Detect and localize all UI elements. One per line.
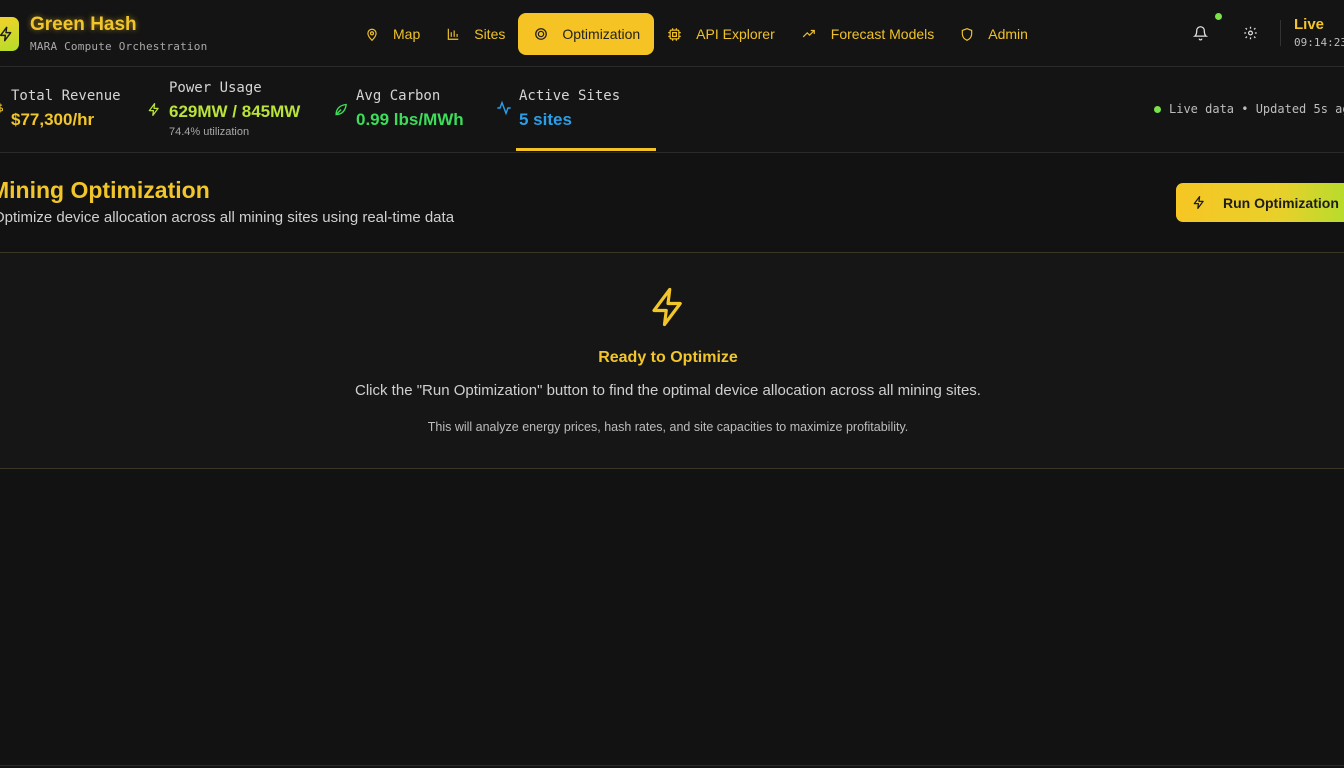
main-nav: Map Sites Optimization API Explorer Fore…	[352, 13, 1041, 55]
active-stat-indicator	[516, 148, 656, 151]
stat-value: 5 sites	[519, 110, 572, 129]
app-subtitle: MARA Compute Orchestration	[30, 40, 208, 53]
stat-active-sites[interactable]: Active Sites 5 sites	[494, 67, 656, 153]
page-subtitle: Optimize device allocation across all mi…	[0, 209, 455, 226]
nav-item-label: API Explorer	[696, 26, 775, 42]
nav-item-label: Sites	[474, 26, 506, 42]
brand[interactable]: Green Hash MARA Compute Orchestration	[0, 14, 207, 53]
stat-power-usage[interactable]: Power Usage 629MW / 845MW 74.4% utilizat…	[145, 67, 315, 153]
lightning-icon	[1193, 196, 1204, 209]
nav-item-forecast-models[interactable]: Forecast Models	[788, 13, 947, 55]
page-title: Mining Optimization	[0, 177, 210, 203]
live-dot	[1154, 105, 1161, 113]
nav-item-api-explorer[interactable]: API Explorer	[654, 13, 788, 55]
live-data-status: Live data • Updated 5s ago	[1154, 102, 1344, 116]
stats-bar: Total Revenue $77,300/hr Power Usage 629…	[0, 67, 1344, 153]
leaf-icon	[335, 103, 347, 116]
activity-icon	[497, 100, 511, 116]
stat-label: Avg Carbon	[356, 88, 441, 104]
shield-icon	[962, 27, 973, 41]
app-title: Green Hash	[30, 14, 137, 35]
dollar-icon	[0, 103, 3, 113]
cpu-icon	[668, 27, 681, 41]
top-navigation-bar: Green Hash MARA Compute Orchestration Ma…	[0, 0, 1344, 67]
gear-icon[interactable]	[1243, 25, 1258, 41]
live-time: 09:14:23	[1294, 36, 1344, 49]
stat-value: 629MW / 845MW	[169, 102, 301, 121]
nav-item-sites[interactable]: Sites	[433, 13, 518, 55]
nav-item-label: Forecast Models	[830, 26, 935, 42]
live-label: Live	[1294, 16, 1325, 33]
trending-up-icon	[802, 29, 815, 38]
live-clock: Live 09:14:23	[1294, 16, 1344, 49]
bell-icon[interactable]	[1193, 25, 1208, 41]
stat-value: 0.99 lbs/MWh	[356, 110, 464, 129]
stat-label: Active Sites	[519, 88, 621, 104]
nav-item-map[interactable]: Map	[352, 13, 433, 55]
bar-chart-icon	[447, 28, 459, 40]
target-icon	[535, 28, 548, 40]
brand-logo	[0, 16, 19, 51]
map-pin-icon	[367, 28, 377, 41]
bottom-divider	[0, 765, 1344, 766]
notification-dot	[1215, 13, 1222, 20]
empty-state-title: Ready to Optimize	[598, 349, 738, 366]
lightning-icon	[0, 26, 11, 41]
stat-value: $77,300/hr	[11, 110, 95, 129]
empty-state-note: This will analyze energy prices, hash ra…	[427, 420, 909, 434]
header-divider	[1280, 20, 1281, 46]
nav-item-label: Map	[393, 26, 421, 42]
stat-label: Total Revenue	[11, 88, 121, 104]
run-optimization-label: Run Optimization	[1223, 194, 1339, 211]
stat-total-revenue[interactable]: Total Revenue $77,300/hr	[0, 67, 130, 153]
stat-subtext: 74.4% utilization	[169, 126, 250, 138]
stat-label: Power Usage	[169, 80, 262, 96]
lightning-icon	[652, 287, 682, 327]
nav-item-optimization[interactable]: Optimization	[518, 13, 655, 55]
nav-item-admin[interactable]: Admin	[947, 13, 1041, 55]
nav-item-label: Optimization	[562, 26, 641, 42]
lightning-icon	[148, 103, 159, 116]
empty-state-description: Click the "Run Optimization" button to f…	[355, 382, 981, 399]
live-status-text: Live data • Updated 5s ago	[1169, 102, 1344, 116]
stat-avg-carbon[interactable]: Avg Carbon 0.99 lbs/MWh	[330, 67, 480, 153]
nav-item-label: Admin	[988, 26, 1028, 42]
run-optimization-button[interactable]: Run Optimization	[1176, 183, 1344, 222]
